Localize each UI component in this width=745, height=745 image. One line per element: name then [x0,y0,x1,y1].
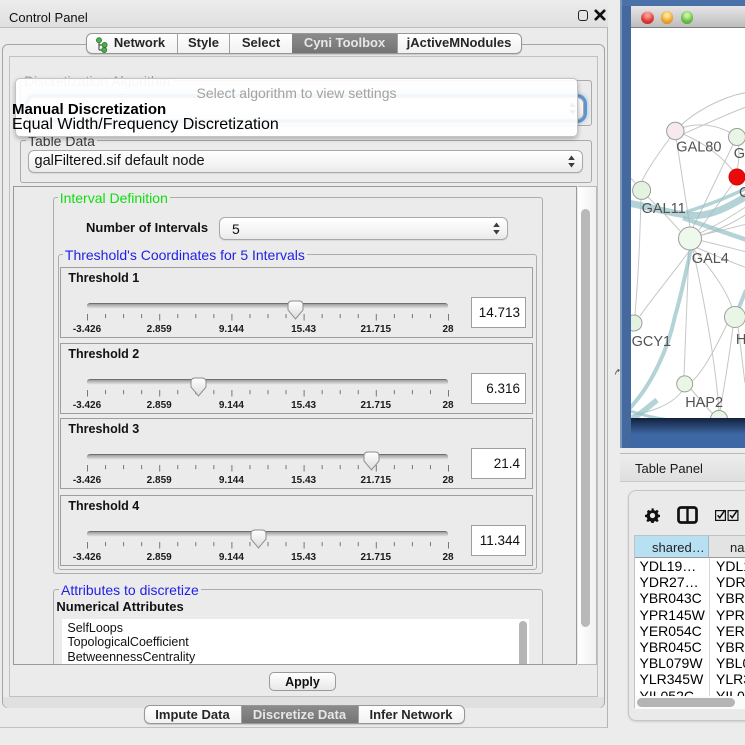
svg-text:H: H [736,332,745,348]
svg-text:HAP2: HAP2 [685,395,723,411]
svg-text:GAL80: GAL80 [676,140,721,156]
svg-text:GAL4: GAL4 [692,251,729,267]
svg-text:GAL11: GAL11 [642,201,686,217]
svg-text:GCY1: GCY1 [632,334,672,350]
svg-text:GA: GA [734,146,745,162]
svg-text:C: C [739,185,745,201]
